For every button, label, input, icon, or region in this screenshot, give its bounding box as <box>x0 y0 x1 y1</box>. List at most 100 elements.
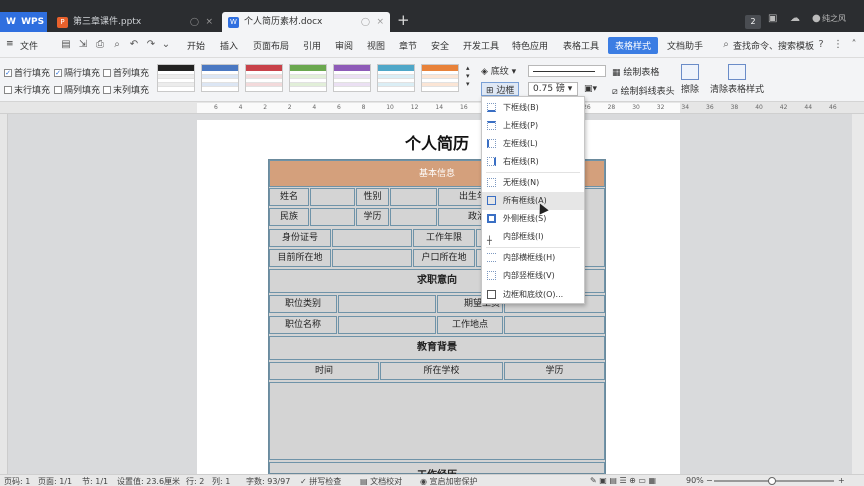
proof-button[interactable]: ▤ 文档校对 <box>360 476 402 486</box>
print-icon[interactable]: ⎙ <box>94 39 106 51</box>
status-setting[interactable]: 设置值: 23.6厘米 <box>117 476 180 486</box>
cell-work-years-label[interactable]: 工作年限 <box>413 229 475 247</box>
export-icon[interactable]: ⇲ <box>77 39 89 51</box>
draw-table-button[interactable]: ▦ 绘制表格 <box>612 65 659 78</box>
horizontal-ruler[interactable]: 6422468101214161820222426283032343638404… <box>0 102 864 114</box>
cell-job-type-label[interactable]: 职位类别 <box>269 295 337 313</box>
menu-icon[interactable]: ≡ <box>6 39 14 49</box>
checkbox-last-row[interactable]: 末行填充 <box>4 83 50 96</box>
cell-gender-value[interactable] <box>390 188 437 206</box>
menu-review[interactable]: 审阅 <box>335 39 353 52</box>
section-education[interactable]: 教育背景 <box>269 336 605 360</box>
cell-place-value[interactable] <box>504 316 605 334</box>
cell-job-name-label[interactable]: 职位名称 <box>269 316 337 334</box>
menu-table-style[interactable]: 表格样式 <box>608 37 659 54</box>
menu-start[interactable]: 开始 <box>187 39 205 52</box>
zoom-in-button[interactable]: + <box>838 476 845 485</box>
redo-icon[interactable]: ↷ <box>145 39 157 51</box>
tab-docx[interactable]: W 个人简历素材.docx ◯ × <box>222 12 390 32</box>
undo-icon[interactable]: ↶ <box>128 39 140 51</box>
cell-hukou-label[interactable]: 户口所在地 <box>413 249 475 267</box>
shading-button[interactable]: ◈ 底纹 ▾ <box>481 64 516 77</box>
window-count-badge[interactable]: 2 <box>745 15 761 29</box>
status-col[interactable]: 列: 1 <box>212 476 230 486</box>
cell-edu-content[interactable] <box>269 382 605 460</box>
cell-place-label[interactable]: 工作地点 <box>437 316 503 334</box>
menu-special[interactable]: 特色应用 <box>512 39 548 52</box>
status-section[interactable]: 节: 1/1 <box>82 476 108 486</box>
menu-item-bottom-border[interactable]: 下框线(B) <box>482 99 584 117</box>
zoom-level[interactable]: 90% <box>686 476 704 485</box>
menu-chapter[interactable]: 章节 <box>399 39 417 52</box>
clear-style-button[interactable]: 清除表格样式 <box>710 64 764 95</box>
checkbox-banded-cols[interactable]: 隔列填充 <box>54 83 100 96</box>
status-page[interactable]: 页码: 1 <box>4 476 30 486</box>
menu-item-top-border[interactable]: 上框线(P) <box>482 117 584 135</box>
zoom-out-button[interactable]: − <box>706 476 713 485</box>
more-icon[interactable]: ⋮ <box>832 39 844 51</box>
search-input[interactable]: 查找命令、搜索模板 <box>733 39 814 52</box>
draw-diagonal-button[interactable]: ⧄ 绘制斜线表头 <box>612 84 675 97</box>
cell-edu-degree[interactable]: 学历 <box>504 362 605 380</box>
close-icon[interactable]: × <box>205 12 213 32</box>
menu-view[interactable]: 视图 <box>367 39 385 52</box>
menu-item-all-borders[interactable]: 所有框线(A) <box>482 192 584 210</box>
pen-color-icon[interactable]: ▣▾ <box>584 84 597 94</box>
tab-pptx[interactable]: P 第三章课件.pptx ◯ × <box>51 12 219 32</box>
status-words[interactable]: 字数: 93/97 <box>246 476 290 486</box>
menu-devtools[interactable]: 开发工具 <box>463 39 499 52</box>
border-button[interactable]: ⊞ 边框 ▾ <box>481 82 519 106</box>
menu-item-inside-borders[interactable]: ┼ 内部框线(I) <box>482 228 584 246</box>
table-style-blue[interactable] <box>201 64 239 92</box>
help-icon[interactable]: ? <box>815 39 827 51</box>
menu-item-right-border[interactable]: 右框线(R) <box>482 153 584 171</box>
view-mode-icons[interactable]: ✎ ▣ ▤ ☰ ⊕ ▭ ▦ <box>590 476 656 485</box>
spell-check-button[interactable]: ✓ 拼写检查 <box>300 476 341 486</box>
menu-table-tools[interactable]: 表格工具 <box>563 39 599 52</box>
menu-security[interactable]: 安全 <box>431 39 449 52</box>
menu-item-borders-shading[interactable]: 边框和底纹(O)... <box>482 286 584 304</box>
menu-item-inside-horizontal[interactable]: 内部横框线(H) <box>482 249 584 267</box>
line-width-select[interactable]: 0.75 磅 ▾ <box>528 82 578 96</box>
cell-id-value[interactable] <box>332 229 412 247</box>
table-style-orange[interactable] <box>421 64 459 92</box>
line-style-select[interactable] <box>528 65 606 77</box>
cell-gender-label[interactable]: 性别 <box>356 188 389 206</box>
protect-button[interactable]: ◉ 宣启加密保护 <box>420 476 478 486</box>
cell-id-label[interactable]: 身份证号 <box>269 229 331 247</box>
collapse-icon[interactable]: ˄ <box>848 39 860 51</box>
menu-insert[interactable]: 插入 <box>220 39 238 52</box>
menu-item-inside-vertical[interactable]: 内部竖框线(V) <box>482 267 584 285</box>
cell-edu-time[interactable]: 时间 <box>269 362 379 380</box>
chevron-down-icon[interactable]: ⌄ <box>160 39 172 51</box>
cell-job-name-value[interactable] <box>338 316 436 334</box>
cell-ethnicity-label[interactable]: 民族 <box>269 208 309 226</box>
status-pages[interactable]: 页面: 1/1 <box>38 476 72 486</box>
menu-doc-assistant[interactable]: 文档助手 <box>667 39 703 52</box>
table-style-cyan[interactable] <box>377 64 415 92</box>
status-row[interactable]: 行: 2 <box>186 476 204 486</box>
menu-layout[interactable]: 页面布局 <box>253 39 289 52</box>
checkbox-first-col[interactable]: 首列填充 <box>103 66 149 79</box>
page-title[interactable]: 个人简历 <box>198 130 676 154</box>
vertical-scrollbar[interactable] <box>852 114 864 474</box>
menu-reference[interactable]: 引用 <box>303 39 321 52</box>
table-style-purple[interactable] <box>333 64 371 92</box>
file-menu[interactable]: 文件 <box>20 39 38 52</box>
styles-scroll-icon[interactable]: ▴ ▾ ▾ <box>466 64 470 88</box>
checkbox-first-row[interactable]: ✓ 首行填充 <box>4 66 50 79</box>
vertical-ruler[interactable] <box>0 114 8 474</box>
cell-education-label[interactable]: 学历 <box>356 208 389 226</box>
table-style-black[interactable] <box>157 64 195 92</box>
save-icon[interactable]: ▤ <box>60 39 72 51</box>
avatar[interactable]: ● <box>812 13 821 24</box>
table-style-red[interactable] <box>245 64 283 92</box>
cell-name-value[interactable] <box>310 188 355 206</box>
user-name[interactable]: 纯之风 <box>822 13 846 24</box>
cell-job-type-value[interactable] <box>338 295 436 313</box>
checkbox-last-col[interactable]: 末列填充 <box>103 83 149 96</box>
new-tab-button[interactable]: + <box>397 11 410 29</box>
cell-ethnicity-value[interactable] <box>310 208 355 226</box>
sync-icon[interactable]: ☁ <box>790 13 800 24</box>
cell-location-value[interactable] <box>332 249 412 267</box>
